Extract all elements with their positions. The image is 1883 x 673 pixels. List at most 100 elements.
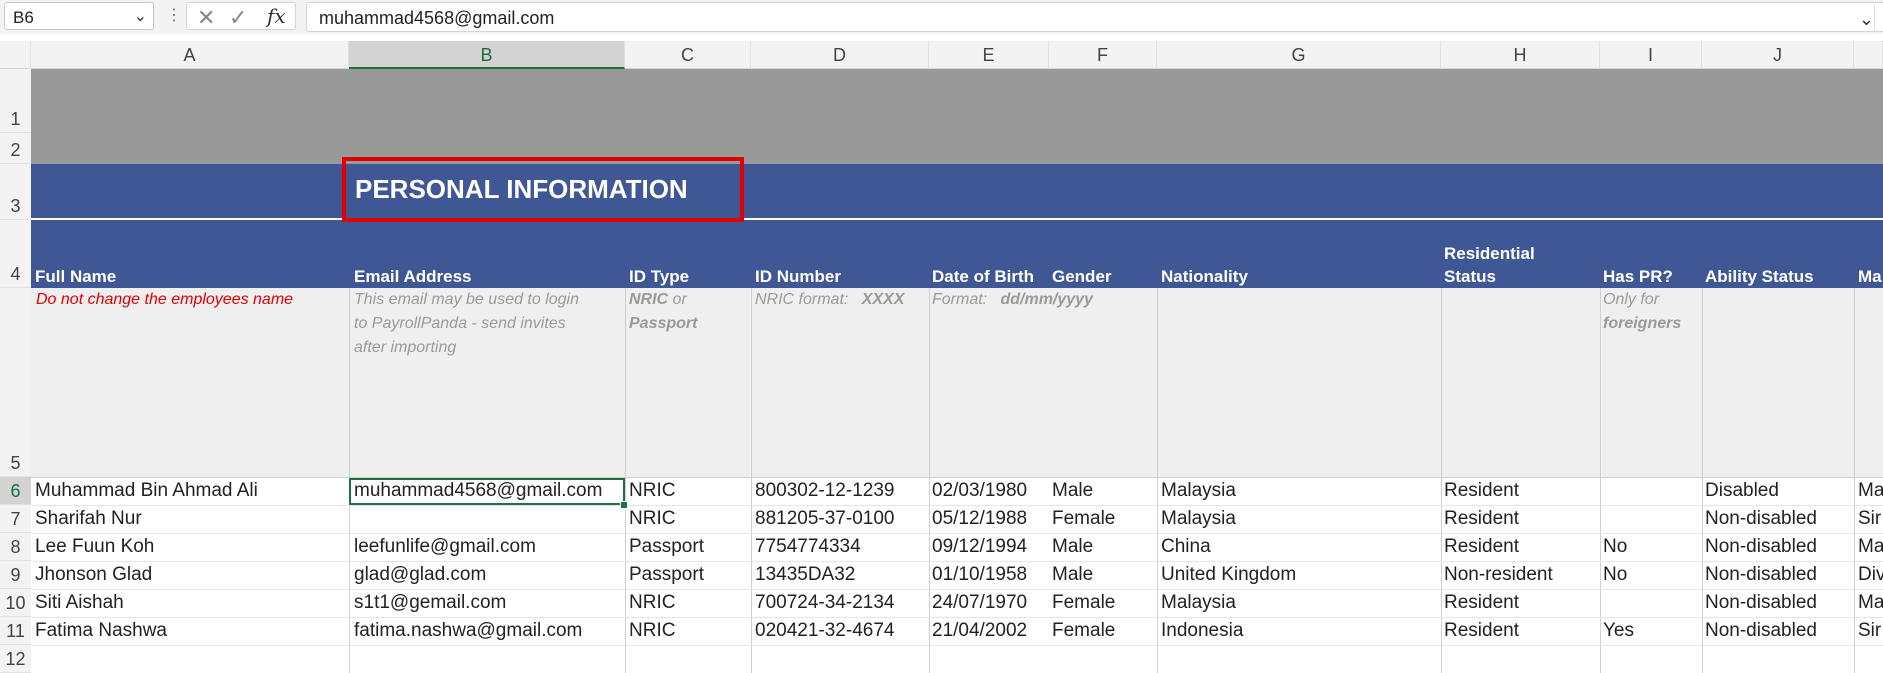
cell-email[interactable]: glad@glad.com [354, 561, 622, 589]
cell-gender[interactable]: Male [1052, 477, 1155, 505]
cell-nationality[interactable]: Malaysia [1161, 589, 1439, 617]
cell-nationality[interactable]: Malaysia [1161, 477, 1439, 505]
cell-name[interactable]: Sharifah Nur [35, 505, 347, 533]
cell-has-pr[interactable]: No [1603, 561, 1700, 589]
cell-id-number[interactable]: 700724-34-2134 [755, 589, 927, 617]
cell-residential-status[interactable]: Resident [1444, 617, 1598, 645]
expand-formula-icon[interactable]: ⌄ [1859, 5, 1875, 33]
column-header-b[interactable]: B [349, 41, 625, 69]
row-header-8[interactable]: 8 [0, 533, 31, 561]
cell-id-number[interactable]: 7754774334 [755, 533, 927, 561]
cell-nationality[interactable]: Malaysia [1161, 505, 1439, 533]
cell-name[interactable]: Siti Aishah [35, 589, 347, 617]
cell-email[interactable]: leefunlife@gmail.com [354, 533, 622, 561]
cell-gender[interactable]: Male [1052, 561, 1155, 589]
cell-id-type[interactable]: NRIC [629, 505, 749, 533]
fill-handle[interactable] [620, 501, 628, 509]
cell-next[interactable]: Sir [1858, 617, 1883, 645]
cell-id-number[interactable]: 800302-12-1239 [755, 477, 927, 505]
cell-residential-status[interactable]: Non-resident [1444, 561, 1598, 589]
cell-gender[interactable]: Female [1052, 505, 1155, 533]
row-header-1[interactable]: 1 [0, 69, 31, 133]
cell-ability[interactable]: Disabled [1705, 477, 1852, 505]
cell-id-type[interactable]: NRIC [629, 477, 749, 505]
cell-id-number[interactable]: 13435DA32 [755, 561, 927, 589]
cell-ability[interactable]: Non-disabled [1705, 589, 1852, 617]
cell-email[interactable]: fatima.nashwa@gmail.com [354, 617, 622, 645]
cell-residential-status[interactable]: Resident [1444, 589, 1598, 617]
cell-email[interactable]: s1t1@gemail.com [354, 589, 622, 617]
cell-next[interactable]: Ma [1858, 533, 1883, 561]
cell-residential-status[interactable]: Resident [1444, 477, 1598, 505]
cell-id-number[interactable]: 020421-32-4674 [755, 617, 927, 645]
cell-nationality[interactable]: Indonesia [1161, 617, 1439, 645]
confirm-icon[interactable]: ✓ [229, 5, 247, 31]
cell-dob[interactable]: 21/04/2002 [932, 617, 1047, 645]
cell-id-type[interactable]: Passport [629, 561, 749, 589]
cell-has-pr[interactable] [1603, 477, 1700, 505]
cell-ability[interactable]: Non-disabled [1705, 505, 1852, 533]
cell-id-number[interactable]: 881205-37-0100 [755, 505, 927, 533]
row-header-10[interactable]: 10 [0, 589, 31, 617]
cell-has-pr[interactable]: Yes [1603, 617, 1700, 645]
cell-id-type[interactable]: Passport [629, 533, 749, 561]
column-header-h[interactable]: H [1441, 41, 1600, 69]
column-header-g[interactable]: G [1157, 41, 1441, 69]
cell-has-pr[interactable]: No [1603, 533, 1700, 561]
cell-gender[interactable]: Female [1052, 617, 1155, 645]
column-divider [625, 288, 626, 673]
cell-nationality[interactable]: China [1161, 533, 1439, 561]
cell-name[interactable]: Jhonson Glad [35, 561, 347, 589]
column-header-a[interactable]: A [31, 41, 349, 69]
formula-input[interactable]: muhammad4568@gmail.com ⌄ [306, 2, 1883, 33]
cell-next[interactable]: Sir [1858, 505, 1883, 533]
row-header-3[interactable]: 3 [0, 164, 31, 220]
cell-id-type[interactable]: NRIC [629, 589, 749, 617]
cell-email[interactable] [354, 505, 622, 533]
row-header-6[interactable]: 6 [0, 477, 31, 505]
insert-function-icon[interactable]: fx [267, 4, 286, 28]
cancel-icon[interactable]: ✕ [197, 5, 215, 31]
column-header-k[interactable] [1854, 41, 1883, 69]
row-header-7[interactable]: 7 [0, 505, 31, 533]
cell-has-pr[interactable] [1603, 589, 1700, 617]
column-header-d[interactable]: D [751, 41, 929, 69]
cell-residential-status[interactable]: Resident [1444, 505, 1598, 533]
cell-ability[interactable]: Non-disabled [1705, 533, 1852, 561]
select-all-corner[interactable] [0, 41, 31, 69]
column-header-c[interactable]: C [625, 41, 751, 69]
cell-has-pr[interactable] [1603, 505, 1700, 533]
row-header-11[interactable]: 11 [0, 617, 31, 645]
cell-dob[interactable]: 09/12/1994 [932, 533, 1047, 561]
chevron-down-icon[interactable]: ⌄ [134, 6, 147, 26]
cell-name[interactable]: Muhammad Bin Ahmad Ali [35, 477, 347, 505]
row-header-12[interactable]: 12 [0, 645, 31, 673]
row-header-4[interactable]: 4 [0, 220, 31, 288]
cell-next[interactable]: Ma [1858, 589, 1883, 617]
cell-residential-status[interactable]: Resident [1444, 533, 1598, 561]
row-header-9[interactable]: 9 [0, 561, 31, 589]
column-header-j[interactable]: J [1702, 41, 1854, 69]
row-header-2[interactable]: 2 [0, 133, 31, 164]
cell-next[interactable]: Div [1858, 561, 1883, 589]
cell-next[interactable]: Ma [1858, 477, 1883, 505]
cell-ability[interactable]: Non-disabled [1705, 561, 1852, 589]
more-options-icon[interactable]: ⋮ [166, 5, 182, 25]
cell-gender[interactable]: Male [1052, 533, 1155, 561]
cell-dob[interactable]: 02/03/1980 [932, 477, 1047, 505]
cell-gender[interactable]: Female [1052, 589, 1155, 617]
cell-id-type[interactable]: NRIC [629, 617, 749, 645]
cell-name[interactable]: Lee Fuun Koh [35, 533, 347, 561]
cell-dob[interactable]: 24/07/1970 [932, 589, 1047, 617]
column-header-f[interactable]: F [1049, 41, 1157, 69]
header-has-pr: Has PR? [1603, 267, 1673, 286]
cell-name[interactable]: Fatima Nashwa [35, 617, 347, 645]
column-header-e[interactable]: E [929, 41, 1049, 69]
cell-nationality[interactable]: United Kingdom [1161, 561, 1439, 589]
cell-ability[interactable]: Non-disabled [1705, 617, 1852, 645]
column-header-i[interactable]: I [1600, 41, 1702, 69]
row-header-5[interactable]: 5 [0, 288, 31, 477]
name-box[interactable]: B6 ⌄ [4, 2, 154, 30]
cell-dob[interactable]: 01/10/1958 [932, 561, 1047, 589]
cell-dob[interactable]: 05/12/1988 [932, 505, 1047, 533]
